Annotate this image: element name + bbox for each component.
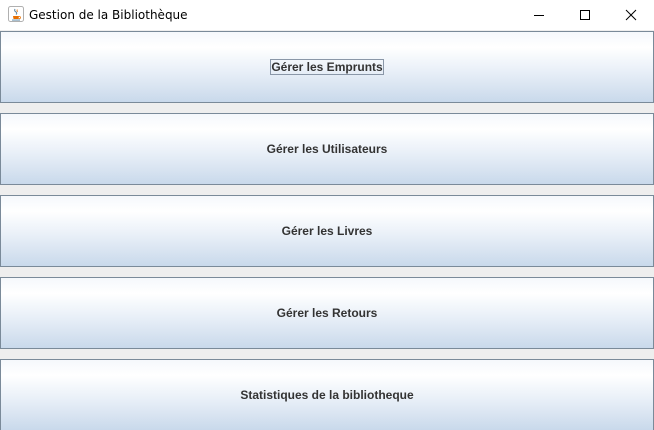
library-statistics-label: Statistiques de la bibliotheque bbox=[240, 388, 414, 402]
manage-loans-label: Gérer les Emprunts bbox=[270, 59, 384, 75]
manage-returns-button[interactable]: Gérer les Retours bbox=[0, 277, 654, 349]
manage-returns-label: Gérer les Retours bbox=[276, 306, 378, 320]
title-bar[interactable]: Gestion de la Bibliothèque bbox=[0, 0, 654, 30]
manage-users-button[interactable]: Gérer les Utilisateurs bbox=[0, 113, 654, 185]
manage-books-button[interactable]: Gérer les Livres bbox=[0, 195, 654, 267]
close-button[interactable] bbox=[608, 0, 654, 30]
minimize-icon bbox=[534, 15, 544, 16]
library-statistics-button[interactable]: Statistiques de la bibliotheque bbox=[0, 359, 654, 430]
manage-loans-button[interactable]: Gérer les Emprunts bbox=[0, 31, 654, 103]
window-title: Gestion de la Bibliothèque bbox=[29, 8, 188, 22]
maximize-icon bbox=[580, 10, 590, 20]
manage-users-label: Gérer les Utilisateurs bbox=[266, 142, 388, 156]
java-cup-icon[interactable] bbox=[8, 6, 24, 22]
manage-books-label: Gérer les Livres bbox=[281, 224, 373, 238]
maximize-button[interactable] bbox=[562, 0, 608, 30]
minimize-button[interactable] bbox=[516, 0, 562, 30]
close-icon bbox=[625, 9, 637, 21]
main-panel: Gérer les Emprunts Gérer les Utilisateur… bbox=[0, 30, 654, 430]
app-window: Gestion de la Bibliothèque Gérer les Emp… bbox=[0, 0, 654, 430]
